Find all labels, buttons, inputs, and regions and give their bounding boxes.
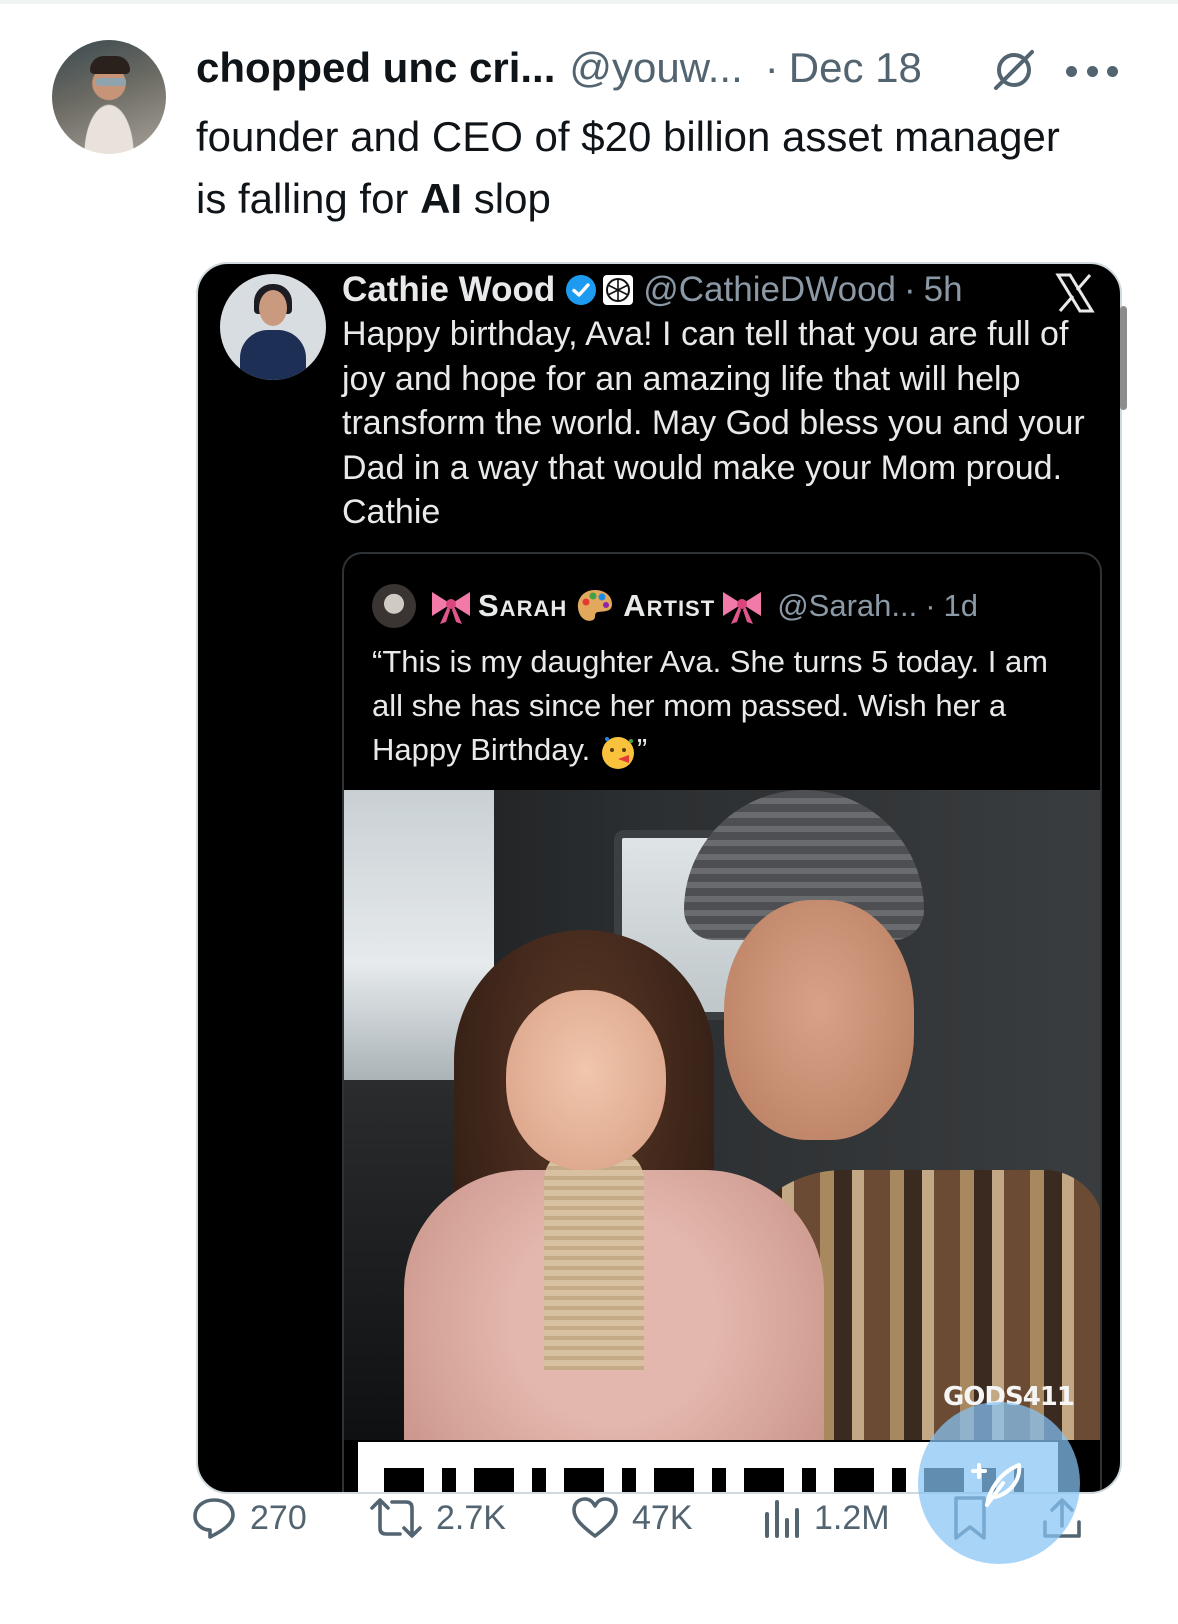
verified-icon: [566, 275, 597, 305]
tweet-text-after: slop: [462, 175, 551, 222]
embedded-handle: @CathieDWood: [643, 270, 897, 309]
more-icon[interactable]: [1066, 64, 1118, 78]
like-button[interactable]: 47K: [570, 1488, 693, 1548]
like-icon: [572, 1497, 618, 1538]
views-icon: [765, 1500, 799, 1538]
compose-button[interactable]: [918, 1402, 1080, 1564]
top-divider: [0, 0, 1178, 4]
quoted-text-end: ”: [636, 732, 648, 767]
author-display-name[interactable]: chopped unc cri...: [196, 44, 555, 92]
repost-icon: [370, 1498, 422, 1538]
repost-count: 2.7K: [436, 1498, 506, 1537]
tweet-date[interactable]: Dec 18: [789, 44, 922, 92]
author-avatar[interactable]: [52, 40, 166, 154]
repost-button[interactable]: 2.7K: [368, 1488, 506, 1548]
tweet-text: founder and CEO of $20 billion asset man…: [196, 106, 1096, 230]
palette-icon: [578, 590, 613, 621]
tweet-text-before: founder and CEO of $20 billion asset man…: [196, 113, 1060, 222]
father-daughter-photo: GODS411: [344, 790, 1100, 1440]
embedded-time: 5h: [923, 270, 963, 309]
views-count: 1.2M: [814, 1498, 890, 1537]
quoted-post: Sarah Artist @Sarah... · 1d “This is my …: [342, 552, 1102, 1492]
quoted-name-second: Artist: [623, 588, 716, 623]
quoted-separator: ·: [925, 588, 936, 623]
like-count: 47K: [632, 1498, 693, 1537]
quoted-name-first: Sarah: [478, 588, 568, 623]
party-icon: [601, 736, 634, 769]
bow-icon: [432, 592, 470, 624]
embedded-text: Happy birthday, Ava! I can tell that you…: [342, 315, 1085, 531]
avatar-hair: [90, 56, 130, 74]
tweet-header: chopped unc cri... @youw... · Dec 18: [196, 40, 922, 96]
quoted-text-body: “This is my daughter Ava. She turns 5 to…: [372, 644, 1049, 767]
compose-icon: [971, 1463, 1022, 1507]
views-button[interactable]: 1.2M: [762, 1488, 890, 1548]
reply-count: 270: [250, 1498, 307, 1537]
x-logo-icon: [1055, 273, 1095, 313]
cathie-avatar: [220, 274, 326, 380]
reply-button[interactable]: 270: [190, 1488, 307, 1548]
quoted-header: Sarah Artist @Sarah... · 1d: [372, 584, 978, 628]
scrollbar[interactable]: [1120, 306, 1127, 410]
quoted-avatar: [372, 584, 416, 628]
embedded-header: Cathie Wood @CathieDWood · 5h: [342, 268, 963, 312]
tweet-text-bold: AI: [420, 175, 463, 222]
embedded-separator: ·: [904, 270, 916, 309]
grok-icon[interactable]: [990, 46, 1038, 94]
screenshot-media[interactable]: Cathie Wood @CathieDWood · 5h Happy birt…: [196, 262, 1122, 1494]
quoted-handle: @Sarah...: [777, 588, 918, 623]
quoted-text: “This is my daughter Ava. She turns 5 to…: [372, 640, 1072, 772]
author-handle[interactable]: @youw...: [569, 44, 742, 92]
bow-icon: [723, 592, 762, 624]
header-separator: ·: [764, 44, 779, 91]
org-icon: [603, 275, 634, 305]
embedded-name: Cathie Wood: [342, 270, 556, 309]
quoted-time: 1d: [943, 588, 979, 623]
avatar-sunglasses: [96, 78, 126, 86]
reply-icon: [193, 1498, 235, 1539]
